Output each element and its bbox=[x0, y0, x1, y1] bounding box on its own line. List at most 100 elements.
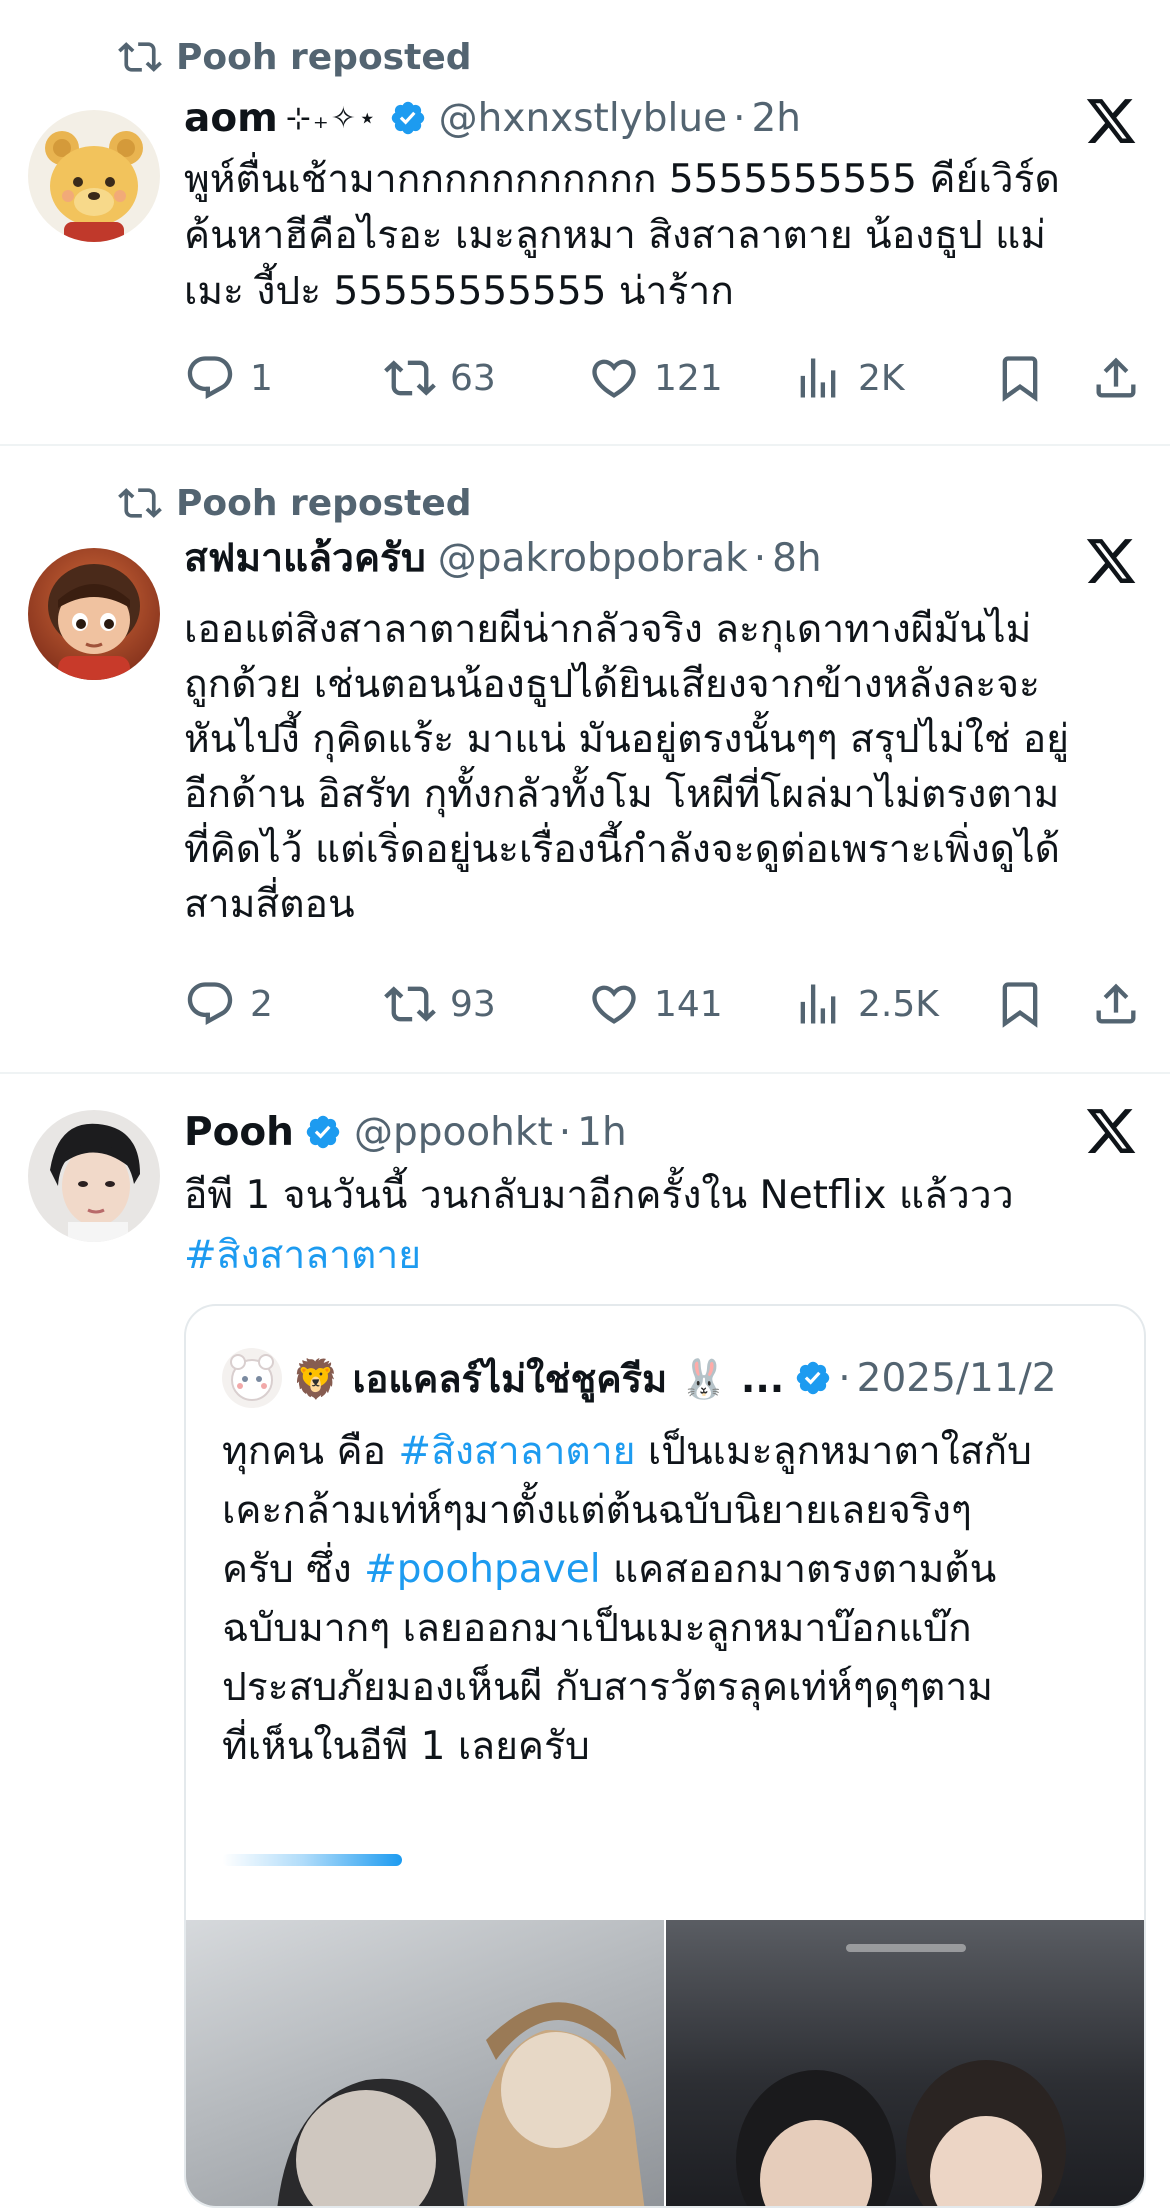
action-bar: 1 63 121 2K bbox=[184, 346, 1144, 410]
post-header: สฟมาแล้วครับ @pakrobpobrak · 8h bbox=[184, 530, 822, 586]
media-art-left bbox=[277, 2002, 645, 2206]
quoted-text-line: เคะกล้ามเท่ห์ๆมาตั้งแต่ต้นฉบับนิยายเลยจร… bbox=[222, 1481, 1122, 1540]
quoted-text-line: ครับ ซึ่ง #poohpavel แคสออกมาตรงตามต้น bbox=[222, 1540, 1122, 1599]
quoted-post[interactable]: 🦁 เอแคลร์ไม่ใช่ชูครีม 🐰 ... · 2025/11/2 … bbox=[184, 1304, 1146, 2208]
quoted-text-segment: เป็นเมะลูกหมาตาใสกับ bbox=[635, 1429, 1032, 1474]
avatar-image bbox=[28, 548, 160, 680]
repost-label: Pooh reposted bbox=[176, 36, 472, 78]
post-text-line: ค้นหาฮีคือไรอะ เมะลูกหมา สิงสาลาตาย น้อง… bbox=[184, 213, 1046, 258]
repost-button[interactable]: 93 bbox=[384, 972, 496, 1036]
like-count: 141 bbox=[654, 983, 723, 1025]
reply-button[interactable]: 1 bbox=[184, 346, 273, 410]
action-bar: 2 93 141 2.5K bbox=[184, 972, 1144, 1036]
handle[interactable]: @hxnxstlyblue bbox=[439, 96, 727, 141]
avatar-image bbox=[28, 110, 160, 242]
share-icon bbox=[1090, 352, 1142, 404]
timestamp[interactable]: 1h bbox=[577, 1110, 627, 1155]
quoted-text-line: ทุกคน คือ #สิงสาลาตาย เป็นเมะลูกหมาตาใสก… bbox=[222, 1422, 1122, 1481]
repost-count: 93 bbox=[450, 983, 496, 1025]
repost-label: Pooh reposted bbox=[176, 482, 472, 524]
reply-button[interactable]: 2 bbox=[184, 972, 273, 1036]
display-name[interactable]: สฟมาแล้วครับ bbox=[184, 527, 426, 589]
media-art-right bbox=[736, 1944, 1066, 2206]
like-button[interactable]: 121 bbox=[588, 346, 723, 410]
timestamp[interactable]: 2h bbox=[751, 96, 801, 141]
verified-badge-icon[interactable] bbox=[304, 1113, 342, 1151]
x-logo-icon bbox=[1084, 534, 1138, 588]
quoted-avatar-image bbox=[222, 1348, 282, 1408]
views-count: 2K bbox=[858, 357, 905, 399]
quoted-date[interactable]: 2025/11/2 bbox=[857, 1356, 1057, 1401]
x-logo-icon bbox=[1084, 1104, 1138, 1158]
reply-count: 1 bbox=[250, 357, 273, 399]
post-text-line: อีกด้าน อิสรัท กุทั้งกลัวทั้งโม โหผีที่โ… bbox=[184, 772, 1060, 817]
post-text-line: สามสี่ตอน bbox=[184, 882, 355, 927]
quoted-media-image-1[interactable] bbox=[186, 1920, 664, 2206]
post-text-line: เมะ งี้ปะ 55555555555 น่าร้าก bbox=[184, 269, 734, 314]
post-text-line: หันไปงี้ กุคิดแร้ะ มาแน่ มันอยู่ตรงนั้นๆ… bbox=[184, 717, 1070, 762]
like-icon bbox=[588, 352, 640, 404]
quoted-post-header: 🦁 เอแคลร์ไม่ใช่ชูครีม 🐰 ... · 2025/11/2 bbox=[222, 1346, 1057, 1410]
post-text: เออแต่สิงสาลาตายผีน่ากลัวจริง ละกุเดาทาง… bbox=[184, 602, 1144, 932]
repost-icon bbox=[384, 978, 436, 1030]
post-1[interactable]: Pooh reposted aom ⊹₊✧⋆ @hxnxstlyblue · 2… bbox=[0, 0, 1170, 446]
like-count: 121 bbox=[654, 357, 723, 399]
repost-indicator: Pooh reposted bbox=[118, 32, 472, 82]
display-name[interactable]: Pooh bbox=[184, 1110, 294, 1155]
hashtag-link[interactable]: #poohpavel bbox=[364, 1547, 600, 1592]
name-decoration: ⊹₊✧⋆ bbox=[285, 100, 379, 136]
repost-button[interactable]: 63 bbox=[384, 346, 496, 410]
separator-dot: · bbox=[733, 95, 746, 141]
handle[interactable]: @pakrobpobrak bbox=[438, 536, 748, 581]
post-header: Pooh @ppoohkt · 1h bbox=[184, 1104, 627, 1160]
quoted-text-segment: ที่เห็นในอีพี 1 เลยครับ bbox=[222, 1724, 590, 1769]
quoted-text-line: ที่เห็นในอีพี 1 เลยครับ bbox=[222, 1717, 1122, 1776]
post-text-line: พูห์ตื่นเช้ามากกกกกกกกกกก 5555555555 คีย… bbox=[184, 157, 1060, 202]
quoted-display-name[interactable]: 🦁 เอแคลร์ไม่ใช่ชูครีม 🐰 ... bbox=[292, 1348, 784, 1409]
share-button[interactable] bbox=[1090, 346, 1142, 410]
media-loading-bar bbox=[222, 1854, 622, 1866]
hashtag-link[interactable]: #สิงสาลาตาย bbox=[398, 1429, 635, 1474]
views-button[interactable]: 2K bbox=[792, 346, 905, 410]
reply-icon bbox=[184, 352, 236, 404]
repost-indicator: Pooh reposted bbox=[118, 478, 472, 528]
bookmark-icon bbox=[994, 978, 1046, 1030]
verified-badge-icon[interactable] bbox=[794, 1359, 832, 1397]
separator-dot: · bbox=[558, 1109, 572, 1155]
repost-icon bbox=[118, 481, 162, 525]
separator-dot: · bbox=[753, 535, 767, 581]
quoted-text-segment: เคะกล้ามเท่ห์ๆมาตั้งแต่ต้นฉบับนิยายเลยจร… bbox=[222, 1488, 972, 1533]
verified-badge-icon[interactable] bbox=[389, 99, 427, 137]
views-button[interactable]: 2.5K bbox=[792, 972, 939, 1036]
avatar[interactable] bbox=[28, 548, 160, 680]
like-button[interactable]: 141 bbox=[588, 972, 723, 1036]
reply-count: 2 bbox=[250, 983, 273, 1025]
post-text: อีพี 1 จนวันนี้ วนกลับมาอีกครั้งใน Netfl… bbox=[184, 1166, 1144, 1286]
bookmark-button[interactable] bbox=[994, 346, 1046, 410]
handle[interactable]: @ppoohkt bbox=[354, 1110, 553, 1155]
post-2[interactable]: Pooh reposted สฟมาแล้วครับ @pakrobpobrak… bbox=[0, 446, 1170, 1074]
like-icon bbox=[588, 978, 640, 1030]
separator-dot: · bbox=[838, 1355, 851, 1401]
repost-icon bbox=[118, 35, 162, 79]
quoted-media-image-2[interactable] bbox=[666, 1920, 1144, 2206]
media-loading-fill bbox=[222, 1854, 402, 1866]
hashtag-link[interactable]: #สิงสาลาตาย bbox=[184, 1226, 1144, 1286]
bookmark-icon bbox=[994, 352, 1046, 404]
quoted-avatar[interactable] bbox=[222, 1348, 282, 1408]
quoted-text-segment: ฉบับมากๆ เลยออกมาเป็นเมะลูกหมาบ๊อกแบ๊ก bbox=[222, 1606, 972, 1651]
x-logo-icon bbox=[1084, 94, 1138, 148]
share-icon bbox=[1090, 978, 1142, 1030]
display-name[interactable]: aom bbox=[184, 96, 278, 141]
post-text-line: เออแต่สิงสาลาตายผีน่ากลัวจริง ละกุเดาทาง… bbox=[184, 607, 1032, 652]
timestamp[interactable]: 8h bbox=[772, 536, 822, 581]
avatar[interactable] bbox=[28, 1110, 160, 1242]
post-text-line: อีพี 1 จนวันนี้ วนกลับมาอีกครั้งใน Netfl… bbox=[184, 1173, 1014, 1218]
post-text: พูห์ตื่นเช้ามากกกกกกกกกกก 5555555555 คีย… bbox=[184, 152, 1144, 320]
post-text-line: ที่คิดไว้ แต่เริ่ดอยู่นะเรื่องนี้กำลังจะ… bbox=[184, 827, 1060, 872]
bookmark-button[interactable] bbox=[994, 972, 1046, 1036]
avatar[interactable] bbox=[28, 110, 160, 242]
share-button[interactable] bbox=[1090, 972, 1142, 1036]
post-text-line: ถูกด้วย เช่นตอนน้องธูปได้ยินเสียงจากข้าง… bbox=[184, 662, 1041, 707]
quoted-text-segment: แคสออกมาตรงตามต้น bbox=[600, 1547, 997, 1592]
